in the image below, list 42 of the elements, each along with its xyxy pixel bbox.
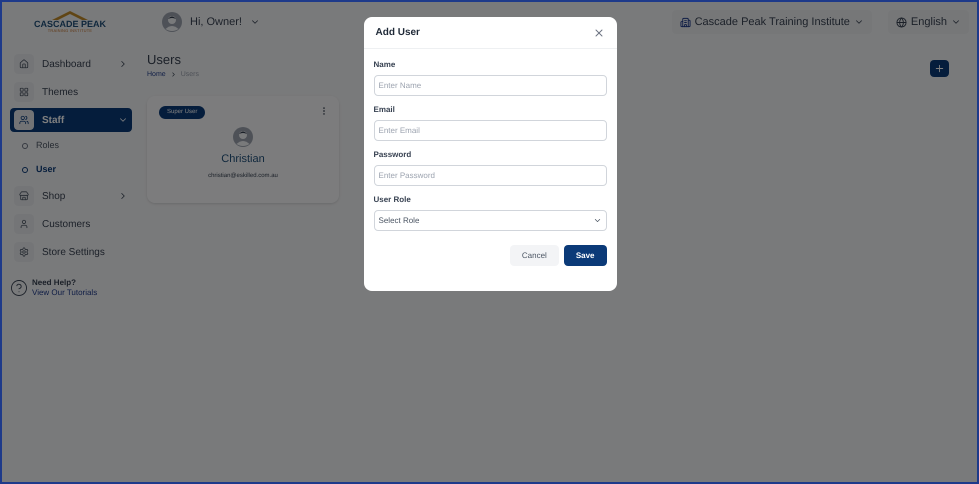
input-field[interactable]: Enter Password bbox=[374, 165, 606, 186]
nav-item[interactable]: Dashboard bbox=[10, 52, 132, 76]
field-label: Password bbox=[374, 149, 412, 161]
separator-icon bbox=[170, 71, 177, 78]
add-button[interactable] bbox=[930, 60, 949, 77]
user-menu[interactable]: Hi, Owner! bbox=[154, 8, 268, 36]
cancel-button[interactable]: Cancel bbox=[510, 245, 559, 266]
role-select[interactable]: Select Role bbox=[374, 210, 606, 231]
field-label: Name bbox=[374, 59, 396, 71]
globe-icon bbox=[896, 16, 907, 28]
grid-icon bbox=[19, 87, 29, 97]
mountain-icon bbox=[52, 11, 88, 20]
user-icon bbox=[19, 219, 29, 229]
input-field[interactable]: Enter Name bbox=[374, 75, 606, 96]
plus-icon bbox=[934, 63, 945, 74]
nav-item[interactable]: Staff bbox=[10, 108, 132, 132]
nav-item[interactable]: Store Settings bbox=[10, 240, 132, 264]
input-field[interactable]: Enter Email bbox=[374, 120, 606, 141]
home-icon bbox=[19, 59, 29, 69]
logo-name: CASCADE PEAK bbox=[34, 20, 106, 29]
avatar-icon bbox=[162, 12, 182, 32]
caret-icon bbox=[592, 216, 602, 225]
help-title: Need Help? bbox=[32, 278, 78, 288]
user-name: Christian bbox=[221, 152, 265, 167]
close-button[interactable] bbox=[592, 26, 604, 38]
avatar-icon bbox=[233, 127, 253, 147]
shop-icon bbox=[19, 191, 29, 201]
nav-subitem[interactable]: Roles bbox=[10, 134, 137, 158]
building-icon bbox=[680, 16, 691, 28]
help-icon bbox=[10, 279, 28, 297]
save-button[interactable]: Save bbox=[564, 245, 606, 266]
page-title: Users bbox=[147, 51, 182, 69]
tutorials-link[interactable]: View Our Tutorials bbox=[32, 288, 98, 298]
nav-item[interactable]: Themes bbox=[10, 80, 132, 104]
nav-subitem[interactable]: User bbox=[10, 158, 137, 182]
users-icon bbox=[19, 115, 29, 125]
settings-icon bbox=[19, 247, 29, 257]
dialog-title: Add User bbox=[376, 26, 420, 40]
nav-item[interactable]: Customers bbox=[10, 212, 132, 236]
field-label: User Role bbox=[374, 194, 412, 206]
nav-item[interactable]: Shop bbox=[10, 184, 132, 208]
field-label: Email bbox=[374, 104, 396, 116]
